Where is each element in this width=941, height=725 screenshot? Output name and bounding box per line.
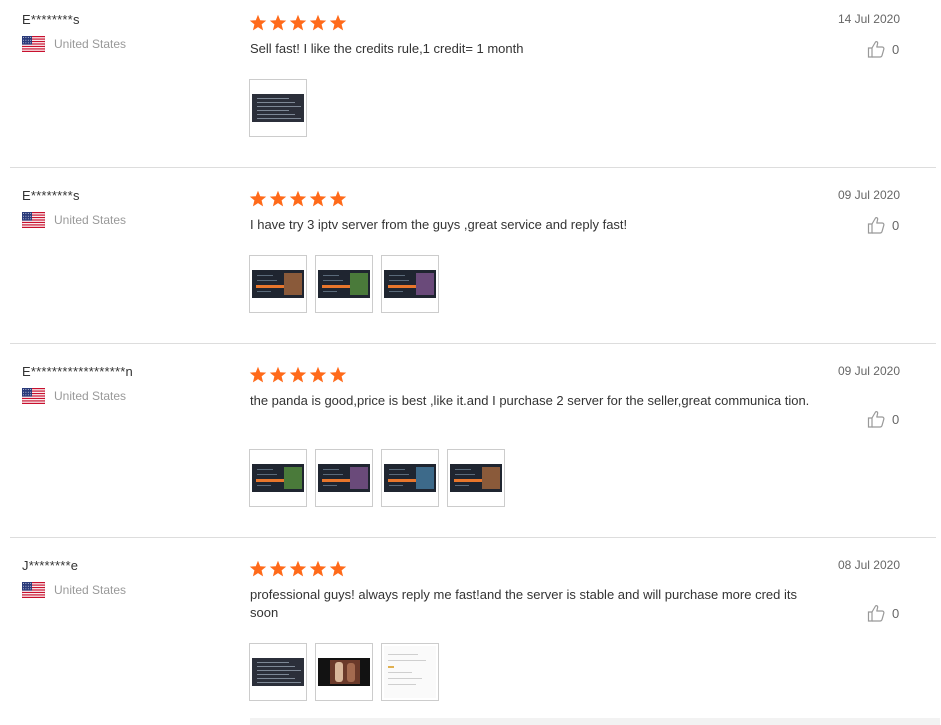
review-photo[interactable] bbox=[249, 643, 307, 701]
helpful-count: 0 bbox=[892, 605, 900, 621]
review-divider bbox=[10, 167, 936, 168]
reviewer-name: E********s bbox=[22, 188, 80, 203]
us-flag-icon bbox=[22, 36, 45, 52]
star-icon bbox=[289, 14, 307, 31]
thumbs-up-icon bbox=[867, 41, 885, 58]
helpful-button[interactable]: 0 bbox=[866, 39, 899, 59]
reviewer-country: United States bbox=[22, 582, 126, 598]
review-photo[interactable] bbox=[381, 255, 439, 313]
review-photos bbox=[249, 79, 307, 137]
reviewer-name: E********s bbox=[22, 12, 80, 27]
review-date: 09 Jul 2020 bbox=[837, 188, 900, 202]
star-rating bbox=[249, 190, 347, 208]
reviewer-country: United States bbox=[22, 388, 126, 404]
star-icon bbox=[329, 366, 347, 383]
star-icon bbox=[269, 560, 287, 577]
reviewer-name: J********e bbox=[22, 558, 79, 573]
review-photos bbox=[249, 449, 505, 507]
country-name: United States bbox=[54, 389, 127, 403]
star-icon bbox=[269, 14, 287, 31]
review-divider bbox=[10, 343, 936, 344]
thumbs-up-icon bbox=[867, 411, 885, 428]
us-flag-icon bbox=[22, 582, 45, 598]
review-photos bbox=[249, 255, 439, 313]
review-photo[interactable] bbox=[381, 643, 439, 701]
review-text: Sell fast! I like the credits rule,1 cre… bbox=[250, 41, 524, 56]
star-icon bbox=[269, 190, 287, 207]
us-flag-icon bbox=[22, 212, 45, 228]
helpful-count: 0 bbox=[892, 411, 900, 427]
review-photo[interactable] bbox=[249, 255, 307, 313]
reviewer-name: E******************n bbox=[22, 364, 133, 379]
helpful-button[interactable]: 0 bbox=[866, 215, 899, 235]
star-icon bbox=[329, 14, 347, 31]
review-text: the panda is good,price is best ,like it… bbox=[250, 393, 810, 408]
star-icon bbox=[309, 14, 327, 31]
review-divider bbox=[10, 537, 936, 538]
review-photo[interactable] bbox=[249, 79, 307, 137]
helpful-count: 0 bbox=[892, 217, 900, 233]
star-icon bbox=[249, 560, 267, 577]
review-photo[interactable] bbox=[249, 449, 307, 507]
review-date: 08 Jul 2020 bbox=[837, 558, 900, 572]
review-date: 09 Jul 2020 bbox=[837, 364, 900, 378]
star-icon bbox=[289, 560, 307, 577]
star-icon bbox=[309, 560, 327, 577]
star-icon bbox=[269, 366, 287, 383]
review-photo[interactable] bbox=[315, 449, 373, 507]
star-icon bbox=[289, 190, 307, 207]
star-icon bbox=[249, 190, 267, 207]
review-text: I have try 3 iptv server from the guys ,… bbox=[250, 217, 628, 232]
star-icon bbox=[329, 190, 347, 207]
country-name: United States bbox=[54, 37, 127, 51]
helpful-button[interactable]: 0 bbox=[866, 603, 899, 623]
thumbs-up-icon bbox=[867, 217, 885, 234]
review-photo[interactable] bbox=[447, 449, 505, 507]
star-icon bbox=[309, 366, 327, 383]
star-rating bbox=[249, 14, 347, 32]
review-photos bbox=[249, 643, 439, 701]
review-photo[interactable] bbox=[315, 643, 373, 701]
helpful-button[interactable]: 0 bbox=[866, 409, 899, 429]
reviewer-country: United States bbox=[22, 36, 126, 52]
star-rating bbox=[249, 560, 347, 578]
reviewer-country: United States bbox=[22, 212, 126, 228]
country-name: United States bbox=[54, 583, 127, 597]
helpful-count: 0 bbox=[892, 41, 900, 57]
star-rating bbox=[249, 366, 347, 384]
us-flag-icon bbox=[22, 388, 45, 404]
review-photo[interactable] bbox=[381, 449, 439, 507]
star-icon bbox=[249, 366, 267, 383]
star-icon bbox=[289, 366, 307, 383]
next-section-edge bbox=[250, 718, 940, 725]
star-icon bbox=[249, 14, 267, 31]
review-text: professional guys! always reply me fast!… bbox=[250, 587, 797, 620]
star-icon bbox=[329, 560, 347, 577]
review-photo[interactable] bbox=[315, 255, 373, 313]
star-icon bbox=[309, 190, 327, 207]
review-date: 14 Jul 2020 bbox=[837, 12, 900, 26]
thumbs-up-icon bbox=[867, 605, 885, 622]
country-name: United States bbox=[54, 213, 127, 227]
